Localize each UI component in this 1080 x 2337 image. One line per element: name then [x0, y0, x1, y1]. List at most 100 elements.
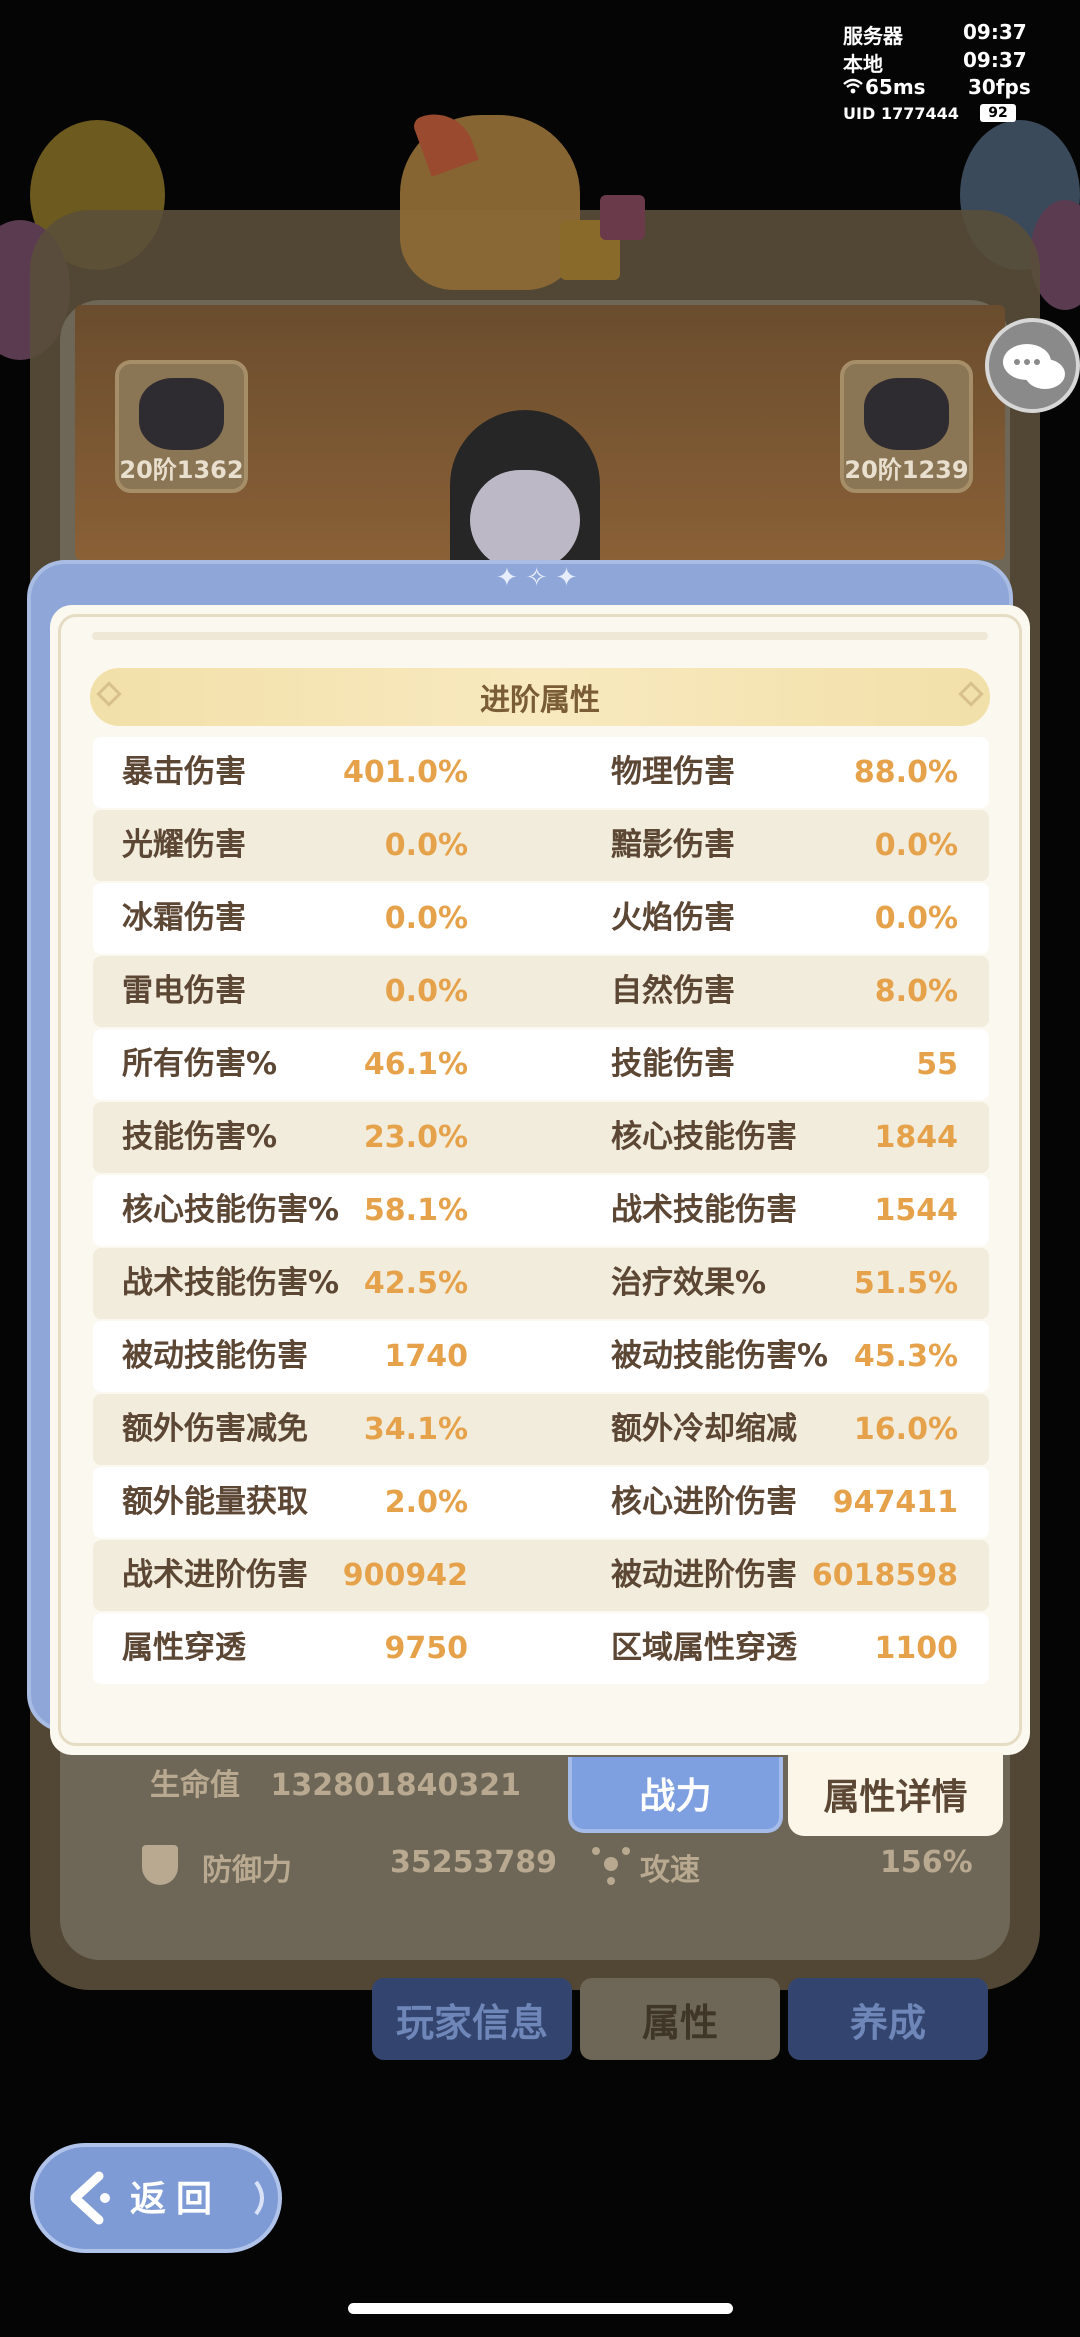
stat-label: 黯影伤害 — [611, 827, 735, 863]
stat-value: 8.0% — [874, 974, 958, 1009]
right-badge-level: 20阶1239 — [844, 456, 969, 484]
arrow-end-icon — [254, 2180, 264, 2216]
stat-label: 核心技能伤害% — [122, 1192, 340, 1228]
stat-value: 0.0% — [874, 828, 958, 863]
stat-value: 1544 — [874, 1193, 959, 1228]
wifi-icon — [843, 78, 863, 94]
stat-row: 技能伤害% 23.0% 核心技能伤害 1844 — [93, 1102, 989, 1173]
stat-row: 所有伤害% 46.1% 技能伤害 55 — [93, 1029, 989, 1100]
stat-label: 冰霜伤害 — [122, 900, 246, 936]
battery-icon: 92 — [980, 104, 1016, 122]
stat-row: 战术技能伤害% 42.5% 治疗效果% 51.5% — [93, 1248, 989, 1319]
chat-button[interactable] — [985, 318, 1080, 413]
tab-player-info[interactable]: 玩家信息 — [372, 1978, 572, 2060]
helmet-icon — [864, 378, 949, 450]
stat-row: 光耀伤害 0.0% 黯影伤害 0.0% — [93, 810, 989, 881]
server-time: 09:37 — [963, 20, 1027, 44]
stat-row: 暴击伤害 401.0% 物理伤害 88.0% — [93, 737, 989, 808]
stat-label: 额外冷却缩减 — [611, 1411, 797, 1447]
left-badge-level: 20阶1362 — [119, 456, 244, 484]
stat-value: 58.1% — [363, 1193, 468, 1228]
stat-value: 34.1% — [363, 1412, 468, 1447]
stat-label: 战术技能伤害 — [611, 1192, 797, 1228]
stat-label: 暴击伤害 — [122, 754, 246, 790]
stat-value: 9750 — [384, 1631, 469, 1666]
stat-label: 区域属性穿透 — [611, 1630, 797, 1666]
stat-value: 947411 — [832, 1485, 958, 1520]
stat-label: 所有伤害% — [122, 1046, 278, 1082]
defense-label: 防御力 — [202, 1853, 292, 1888]
stat-label: 核心进阶伤害 — [611, 1484, 797, 1520]
stat-label: 火焰伤害 — [611, 900, 735, 936]
life-label: 生命值 — [150, 1768, 240, 1803]
stat-value: 51.5% — [853, 1266, 958, 1301]
stat-value: 1844 — [874, 1120, 959, 1155]
stat-label: 光耀伤害 — [122, 827, 246, 863]
stat-value: 45.3% — [853, 1339, 958, 1374]
uid-value: 1777444 — [881, 104, 959, 123]
stat-row: 雷电伤害 0.0% 自然伤害 8.0% — [93, 956, 989, 1027]
stat-label: 物理伤害 — [611, 754, 735, 790]
stat-value: 16.0% — [853, 1412, 958, 1447]
stat-value: 2.0% — [384, 1485, 468, 1520]
back-label: 返回 — [130, 2179, 223, 2220]
helmet-icon — [139, 378, 224, 450]
defense-value: 35253789 — [390, 1845, 557, 1880]
server-label: 服务器 — [843, 24, 903, 48]
stat-row: 额外能量获取 2.0% 核心进阶伤害 947411 — [93, 1467, 989, 1538]
stat-row: 冰霜伤害 0.0% 火焰伤害 0.0% — [93, 883, 989, 954]
diamond-ornament-icon — [958, 681, 984, 707]
right-gear-badge[interactable]: 20阶1239 — [840, 360, 973, 493]
stat-value: 900942 — [342, 1558, 468, 1593]
section-title: 进阶属性 — [480, 683, 600, 718]
stat-row: 战术进阶伤害 900942 被动进阶伤害 6018598 — [93, 1540, 989, 1611]
battery-level: 92 — [988, 105, 1008, 121]
stat-value: 55 — [916, 1047, 958, 1082]
home-indicator[interactable] — [348, 2303, 733, 2314]
attack-speed-icon — [590, 1843, 632, 1885]
scroll-edge — [92, 632, 988, 640]
section-header: 进阶属性 — [90, 668, 990, 726]
stat-label: 额外能量获取 — [122, 1484, 308, 1520]
left-gear-badge[interactable]: 20阶1362 — [115, 360, 248, 493]
stat-label: 属性穿透 — [122, 1630, 246, 1666]
stat-label: 被动进阶伤害 — [611, 1557, 797, 1593]
uid-label: UID — [843, 104, 876, 123]
stat-value: 88.0% — [853, 755, 958, 790]
stat-label: 技能伤害 — [611, 1046, 735, 1082]
stat-label: 战术进阶伤害 — [122, 1557, 308, 1593]
life-value: 132801840321 — [270, 1768, 521, 1803]
local-time: 09:37 — [963, 48, 1027, 72]
character-face — [470, 470, 580, 570]
stat-label: 雷电伤害 — [122, 973, 246, 1009]
stat-label: 额外伤害减免 — [122, 1411, 308, 1447]
stat-value: 42.5% — [363, 1266, 468, 1301]
stat-label: 治疗效果% — [611, 1265, 767, 1301]
back-arrow-icon — [70, 2171, 110, 2225]
stat-value: 0.0% — [384, 828, 468, 863]
stat-label: 核心技能伤害 — [611, 1119, 797, 1155]
stat-label: 被动技能伤害% — [611, 1338, 829, 1374]
status-overlay: 服务器 09:37 本地 09:37 65ms 30fps UID 177744… — [843, 20, 1043, 130]
stat-label: 战术技能伤害% — [122, 1265, 340, 1301]
shield-icon — [142, 1845, 178, 1885]
chat-bubble-icon — [1003, 344, 1065, 389]
stat-value: 6018598 — [811, 1558, 958, 1593]
speed-value: 156% — [880, 1845, 973, 1880]
gift-box-icon — [600, 195, 645, 240]
ping-value: 65ms — [865, 75, 926, 99]
tab-combat-power[interactable]: 战力 — [568, 1757, 783, 1833]
stat-row: 额外伤害减免 34.1% 额外冷却缩减 16.0% — [93, 1394, 989, 1465]
diamond-ornament-icon — [96, 681, 122, 707]
tab-attribute-detail[interactable]: 属性详情 — [788, 1752, 1003, 1836]
stat-value: 401.0% — [343, 755, 468, 790]
stat-value: 1740 — [384, 1339, 469, 1374]
fps-value: 30fps — [968, 75, 1031, 99]
tab-cultivation[interactable]: 养成 — [788, 1978, 988, 2060]
stat-row: 属性穿透 9750 区域属性穿透 1100 — [93, 1613, 989, 1684]
tab-attributes[interactable]: 属性 — [580, 1978, 780, 2060]
stat-value: 46.1% — [363, 1047, 468, 1082]
stat-row: 被动技能伤害 1740 被动技能伤害% 45.3% — [93, 1321, 989, 1392]
stat-label: 技能伤害% — [122, 1119, 278, 1155]
stat-label: 被动技能伤害 — [122, 1338, 308, 1374]
